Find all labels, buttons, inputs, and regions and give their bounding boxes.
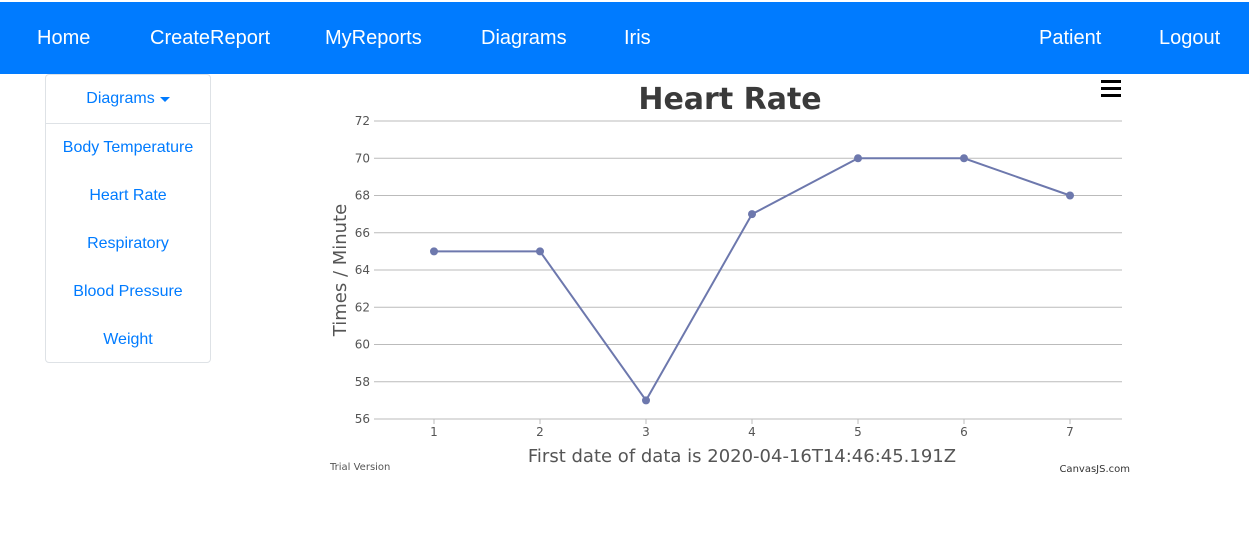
chart-series bbox=[430, 154, 1074, 405]
chart-canvas: Heart Rate 565860626466687072 1234567 Ti… bbox=[329, 82, 1130, 475]
x-tick-label: 3 bbox=[642, 425, 650, 439]
x-tick-label: 7 bbox=[1066, 425, 1074, 439]
y-tick-label: 64 bbox=[355, 263, 370, 277]
data-point[interactable] bbox=[536, 247, 544, 256]
nav-diagrams-link[interactable]: Diagrams bbox=[481, 2, 567, 74]
y-tick-label: 66 bbox=[355, 226, 370, 240]
diagrams-dropdown-label: Diagrams bbox=[86, 90, 155, 107]
chart-menu-icon[interactable] bbox=[1101, 80, 1121, 98]
nav-patient-link[interactable]: Patient bbox=[1039, 2, 1101, 74]
nav-iris-link[interactable]: Iris bbox=[624, 2, 651, 74]
y-axis-title: Times / Minute bbox=[330, 204, 351, 337]
y-tick-label: 68 bbox=[355, 189, 370, 203]
trial-version-watermark: Trial Version bbox=[329, 462, 390, 473]
nav-myreports-link[interactable]: MyReports bbox=[325, 2, 422, 74]
chart-gridlines bbox=[374, 120, 1122, 420]
nav-logout-link[interactable]: Logout bbox=[1159, 2, 1220, 74]
y-tick-label: 70 bbox=[355, 151, 370, 165]
sidebar-item-body-temperature[interactable]: Body Temperature bbox=[46, 124, 210, 172]
heart-rate-chart: Heart Rate 56 58 60 62 64 66 68 70 72 1234567 Ti… bbox=[320, 76, 1140, 486]
data-point[interactable] bbox=[430, 247, 438, 256]
x-tick-label: 5 bbox=[854, 425, 862, 439]
data-point[interactable] bbox=[960, 154, 968, 163]
data-point[interactable] bbox=[642, 396, 650, 405]
data-point[interactable] bbox=[748, 210, 756, 219]
x-axis-ticks: 1 2 3 4 5 6 7 bbox=[380, 418, 1122, 439]
data-point[interactable] bbox=[854, 154, 862, 163]
y-tick-label: 56 bbox=[355, 412, 370, 426]
x-tick-label: 2 bbox=[536, 425, 544, 439]
y-tick-label: 58 bbox=[355, 375, 370, 389]
sidebar-item-heart-rate[interactable]: Heart Rate bbox=[46, 172, 210, 220]
y-tick-label: 60 bbox=[355, 338, 370, 352]
chart-title: Heart Rate bbox=[638, 82, 821, 117]
sidebar-item-weight[interactable]: Weight bbox=[46, 316, 210, 364]
y-tick-label: 62 bbox=[355, 300, 370, 314]
sidebar-item-blood-pressure[interactable]: Blood Pressure bbox=[46, 268, 210, 316]
diagrams-dropdown-toggle[interactable]: Diagrams bbox=[46, 75, 210, 124]
y-axis-ticks: 56 58 60 62 64 66 68 70 72 bbox=[355, 114, 370, 426]
caret-down-icon bbox=[159, 96, 170, 102]
x-axis-title: First date of data is 2020-04-16T14:46:4… bbox=[528, 446, 956, 467]
heart-rate-line bbox=[434, 157, 1071, 403]
nav-createreport-link[interactable]: CreateReport bbox=[150, 2, 270, 74]
nav-home-link[interactable]: Home bbox=[37, 2, 90, 74]
x-tick-label: 4 bbox=[748, 425, 756, 439]
data-point[interactable] bbox=[1066, 191, 1074, 200]
x-tick-label: 1 bbox=[430, 425, 438, 439]
sidebar-item-respiratory[interactable]: Respiratory bbox=[46, 220, 210, 268]
canvasjs-credit-link[interactable]: CanvasJS.com bbox=[1059, 464, 1130, 475]
diagrams-sidebar: Diagrams Body Temperature Heart Rate Res… bbox=[45, 74, 211, 363]
y-tick-label: 72 bbox=[355, 114, 370, 128]
top-navbar: Home CreateReport MyReports Diagrams Iri… bbox=[0, 2, 1249, 74]
x-tick-label: 6 bbox=[960, 425, 968, 439]
